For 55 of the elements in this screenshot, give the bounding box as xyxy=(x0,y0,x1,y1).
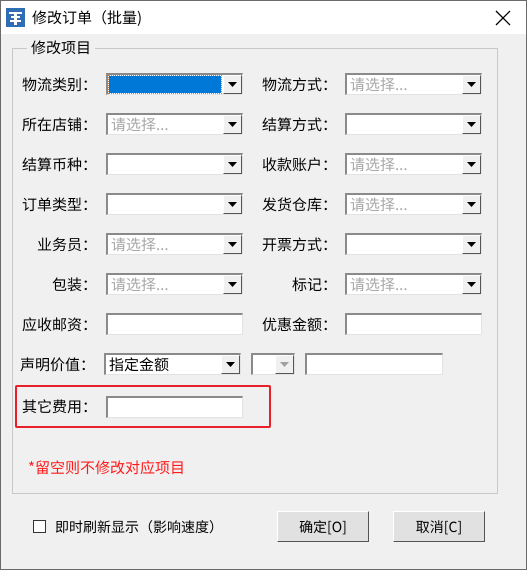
dropdown[interactable]: 请选择... xyxy=(345,193,482,215)
caret-icon xyxy=(228,122,237,127)
field-label: 优惠金额： xyxy=(260,314,338,334)
field-label: 结算币种： xyxy=(20,154,98,174)
caret-icon xyxy=(228,82,237,87)
dropdown[interactable]: 请选择... xyxy=(106,273,243,295)
dropdown[interactable] xyxy=(345,233,482,255)
caret-icon xyxy=(467,242,476,247)
dropdown[interactable]: 请选择... xyxy=(345,73,482,95)
field-label: 物流方式： xyxy=(260,74,338,94)
dropdown[interactable] xyxy=(345,113,482,135)
field-label: 标记： xyxy=(290,274,338,294)
input-field[interactable] xyxy=(106,313,243,335)
field-label: 应收邮资： xyxy=(20,314,98,334)
caret-icon xyxy=(467,122,476,127)
field-label: 订单类型： xyxy=(20,194,98,214)
caret-icon xyxy=(467,162,476,167)
field-label: 收款账户： xyxy=(260,154,338,174)
field-label: 其它费用： xyxy=(20,396,98,417)
caret-icon xyxy=(228,282,237,287)
dropdown[interactable]: 请选择... xyxy=(345,273,482,295)
app-icon xyxy=(6,8,25,27)
dropdown[interactable]: 请选择... xyxy=(106,233,243,255)
dialog-button[interactable]: 确定[O] xyxy=(277,511,369,542)
field-label: 所在店铺： xyxy=(20,114,98,134)
field-label: 结算方式： xyxy=(260,114,338,134)
input-field[interactable] xyxy=(106,396,243,418)
caret-icon xyxy=(467,202,476,207)
dropdown[interactable]: 指定金额 xyxy=(104,353,242,375)
caret-icon xyxy=(467,282,476,287)
caret-icon xyxy=(226,362,236,367)
dropdown[interactable] xyxy=(106,153,243,175)
field-label: 开票方式： xyxy=(260,234,338,254)
field-label: 业务员： xyxy=(36,234,98,254)
dropdown[interactable] xyxy=(106,73,243,95)
caret-icon xyxy=(228,242,237,247)
dropdown[interactable]: 请选择... xyxy=(106,113,243,135)
hint-text: *留空则不修改对应项目 xyxy=(28,457,186,478)
field-label: 物流类别： xyxy=(20,74,98,94)
caret-icon xyxy=(280,362,290,367)
dropdown[interactable]: 请选择... xyxy=(345,153,482,175)
dialog-button[interactable]: 取消[C] xyxy=(393,511,485,542)
caret-icon xyxy=(228,162,237,167)
caret-icon xyxy=(228,202,237,207)
window-title: 修改订单（批量) xyxy=(32,7,142,28)
dropdown[interactable] xyxy=(106,193,243,215)
input-field[interactable] xyxy=(345,313,482,335)
field-label: 发货仓库： xyxy=(260,194,338,214)
field-label: 声明价值： xyxy=(20,354,96,374)
field-label: 包装： xyxy=(50,274,98,294)
close-icon xyxy=(495,10,511,26)
checkbox-label: 即时刷新显示（影响速度） xyxy=(55,516,223,536)
checkbox[interactable] xyxy=(33,520,46,533)
input-field[interactable] xyxy=(305,353,444,375)
caret-icon xyxy=(467,82,476,87)
